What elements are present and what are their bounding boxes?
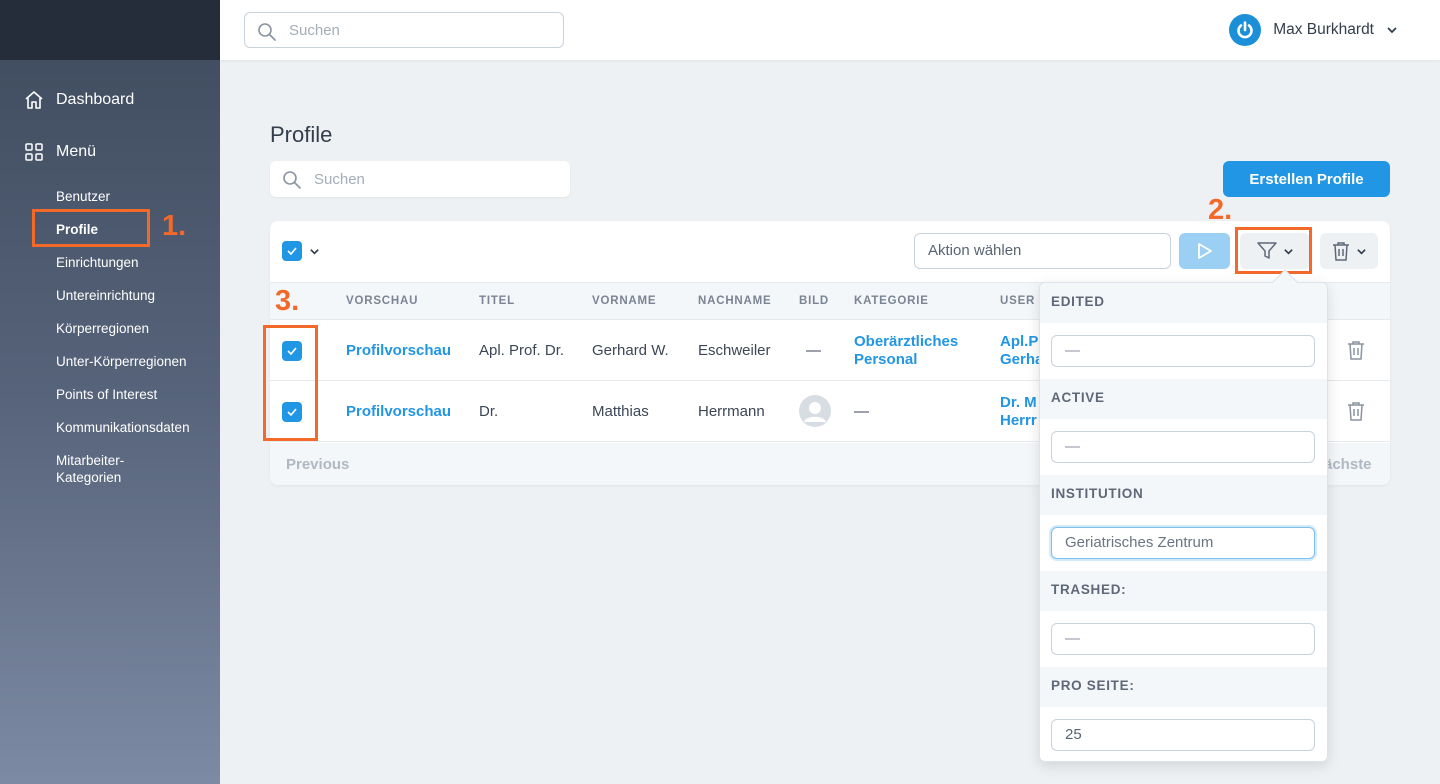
column-header-vorschau[interactable]: VORSCHAU — [346, 295, 418, 307]
avatar-placeholder-icon — [799, 395, 831, 427]
cell-titel: Dr. — [479, 403, 499, 420]
trash-icon[interactable] — [1347, 401, 1365, 421]
sidebar-item-benutzer[interactable]: Benutzer — [56, 188, 206, 205]
filter-label-trashed: TRASHED: — [1040, 571, 1327, 611]
user-link[interactable]: Apl.P Gerha — [1000, 333, 1043, 369]
column-header-kategorie[interactable]: KATEGORIE — [854, 295, 929, 307]
filter-label-institution: INSTITUTION — [1040, 475, 1327, 515]
column-header-user[interactable]: USER — [1000, 295, 1035, 307]
column-header-titel[interactable]: TITEL — [479, 295, 515, 307]
resource-search-input[interactable] — [314, 161, 574, 197]
annotation-box-3 — [263, 325, 318, 441]
filter-institution-select[interactable]: Geriatrisches Zentrum — [1051, 527, 1315, 559]
nav-dashboard-label: Dashboard — [56, 91, 135, 108]
nav-menu-label: Menü — [56, 143, 97, 160]
search-icon — [258, 23, 276, 41]
annotation-number-2: 2. — [1208, 194, 1233, 226]
cell-kategorie: — — [854, 403, 869, 420]
checkmark-icon — [287, 247, 297, 255]
annotation-number-3: 3. — [275, 285, 300, 317]
cell-vorname: Matthias — [592, 403, 649, 420]
cell-vorname: Gerhard W. — [592, 342, 669, 359]
trash-icon — [1332, 242, 1349, 261]
nav-menu[interactable]: Menü — [24, 142, 96, 162]
previous-page-button[interactable]: Previous — [286, 456, 349, 473]
top-bar: Max Burkhardt — [220, 0, 1440, 60]
chevron-down-icon — [1387, 27, 1397, 34]
sidebar-logo-area — [0, 0, 220, 60]
delete-menu-button[interactable] — [1320, 233, 1378, 269]
sidebar-item-einrichtungen[interactable]: Einrichtungen — [56, 254, 206, 271]
sidebar-item-koerperregionen[interactable]: Körperregionen — [56, 320, 206, 337]
home-icon — [25, 91, 43, 109]
sidebar-item-mitarbeiter-kategorien[interactable]: Mitarbeiter-Kategorien — [56, 452, 146, 486]
sidebar-item-points-of-interest[interactable]: Points of Interest — [56, 386, 206, 403]
grid-icon — [25, 143, 43, 161]
resource-search[interactable] — [270, 161, 574, 197]
filter-label-per-page: PRO SEITE: — [1040, 667, 1327, 707]
column-header-nachname[interactable]: NACHNAME — [698, 295, 771, 307]
select-all-checkbox[interactable] — [282, 241, 302, 261]
annotation-number-1: 1. — [162, 210, 187, 242]
column-header-bild: BILD — [799, 295, 830, 307]
user-name: Max Burkhardt — [1273, 21, 1374, 38]
action-select[interactable]: Aktion wählen — [914, 233, 1171, 269]
filter-trashed-select[interactable]: — — [1051, 623, 1315, 655]
filter-dropdown: EDITED — ACTIVE — INSTITUTION Geriatrisc… — [1039, 282, 1328, 762]
category-link[interactable]: Oberärztliches Personal — [854, 333, 984, 369]
create-profile-button[interactable]: Erstellen Profile — [1223, 161, 1390, 197]
next-page-button[interactable]: ächste — [1324, 456, 1372, 473]
avatar — [1229, 14, 1262, 46]
sidebar-item-unter-koerperregionen[interactable]: Unter-Körperregionen — [56, 353, 206, 370]
cell-nachname: Herrmann — [698, 403, 765, 420]
user-link[interactable]: Dr. M Herrr — [1000, 394, 1037, 430]
filter-edited-select[interactable]: — — [1051, 335, 1315, 367]
chevron-down-icon — [1356, 248, 1366, 255]
cell-titel: Apl. Prof. Dr. — [479, 342, 565, 359]
page-title: Profile — [270, 122, 333, 147]
cell-nachname: Eschweiler — [698, 342, 771, 359]
column-header-vorname[interactable]: VORNAME — [592, 295, 656, 307]
sidebar-item-kommunikationsdaten[interactable]: Kommunikationsdaten — [56, 419, 206, 436]
global-search[interactable] — [244, 12, 564, 48]
annotation-box-1 — [32, 209, 150, 247]
annotation-box-2 — [1235, 227, 1312, 274]
power-logo-icon — [1237, 21, 1253, 39]
filter-active-select[interactable]: — — [1051, 431, 1315, 463]
nav-dashboard[interactable]: Dashboard — [24, 90, 134, 110]
run-action-button[interactable] — [1179, 233, 1230, 269]
chevron-down-icon[interactable] — [309, 246, 320, 257]
search-icon — [283, 171, 301, 189]
cell-bild: — — [806, 342, 821, 359]
filter-label-active: ACTIVE — [1040, 379, 1327, 419]
play-icon — [1197, 243, 1212, 259]
profile-preview-link[interactable]: Profilvorschau — [346, 342, 451, 359]
trash-icon[interactable] — [1347, 340, 1365, 360]
profile-preview-link[interactable]: Profilvorschau — [346, 403, 451, 420]
global-search-input[interactable] — [289, 13, 549, 47]
sidebar: Dashboard Menü Benutzer Profile Einricht… — [0, 0, 220, 784]
user-menu[interactable]: Max Burkhardt — [1229, 14, 1398, 46]
filter-per-page-select[interactable]: 25 — [1051, 719, 1315, 751]
sidebar-item-untereinrichtung[interactable]: Untereinrichtung — [56, 287, 206, 304]
